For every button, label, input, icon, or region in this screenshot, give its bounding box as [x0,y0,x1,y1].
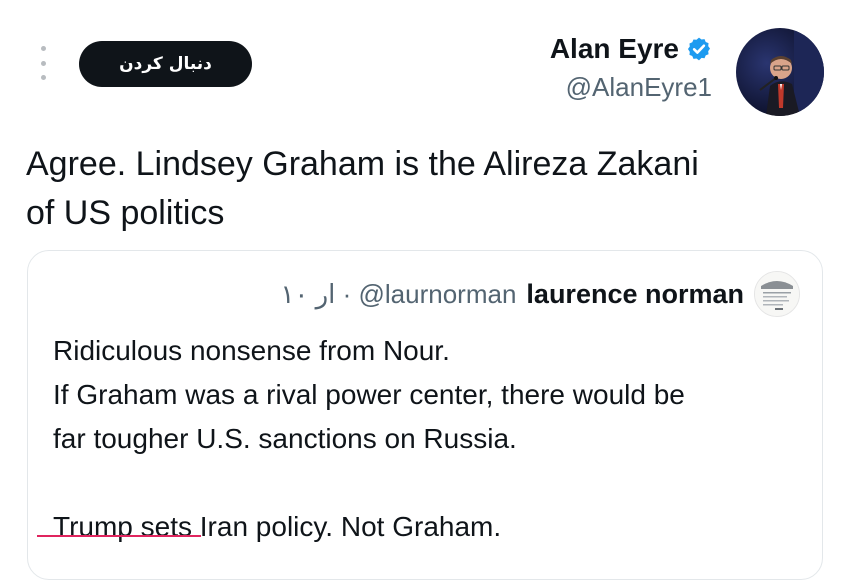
tweet-line: of US politics [26,194,225,232]
author-avatar[interactable] [736,28,824,116]
quoted-tweet-header: ۱۰ ار · @laurnorman laurence norman [280,271,800,317]
quoted-line: Ridiculous nonsense from Nour. [53,335,450,366]
follow-button[interactable]: دنبال کردن [79,41,252,87]
quoted-tweet[interactable]: ۱۰ ار · @laurnorman laurence norman Ridi… [27,250,823,580]
quoted-author-avatar[interactable] [754,271,800,317]
verified-badge-icon [687,37,711,61]
quoted-line: If Graham was a rival power center, ther… [53,379,685,410]
quoted-author-name[interactable]: laurence norman [526,279,744,310]
quoted-tweet-body: Ridiculous nonsense from Nour. If Graham… [53,329,813,549]
author-name-row[interactable]: Alan Eyre [550,32,712,66]
tweet-text: Agree. Lindsey Graham is the Alireza Zak… [26,140,826,238]
author-name[interactable]: Alan Eyre [550,32,679,66]
quoted-handle-time[interactable]: ۱۰ ار · @laurnorman [280,279,516,310]
red-underline-mark [37,535,201,537]
more-options-icon[interactable] [36,46,50,80]
author-info: Alan Eyre @AlanEyre1 [550,32,712,104]
author-photo [736,28,824,116]
quoted-avatar-image [755,272,799,316]
author-handle[interactable]: @AlanEyre1 [550,70,712,104]
quoted-line: Trump sets Iran policy. Not Graham. [53,511,502,542]
quoted-line: far tougher U.S. sanctions on Russia. [53,423,517,454]
quoted-blank-line [53,461,813,505]
tweet-line: Agree. Lindsey Graham is the Alireza Zak… [26,145,699,183]
